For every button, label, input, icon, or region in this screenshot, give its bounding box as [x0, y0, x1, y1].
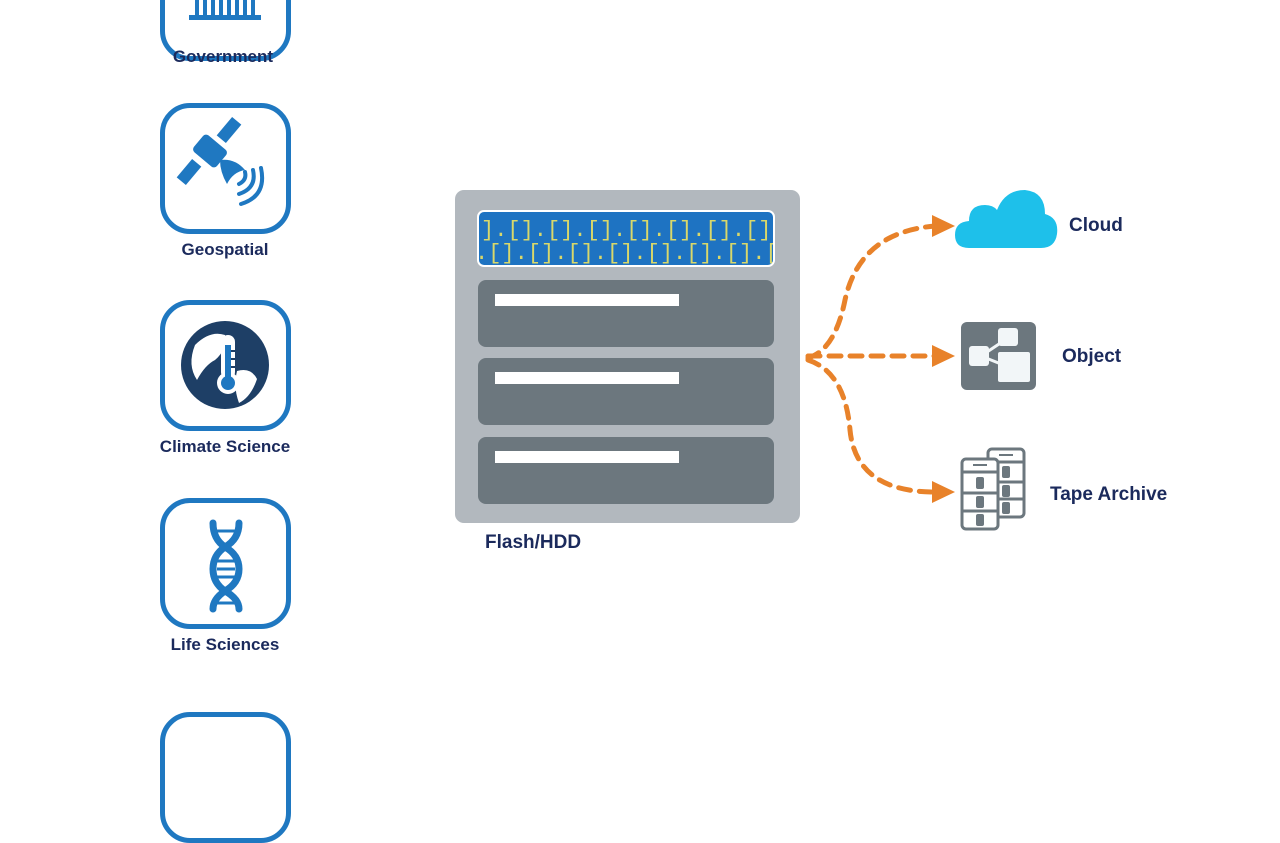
arrowhead-object — [932, 345, 955, 367]
tape-archive-label: Tape Archive — [1050, 484, 1168, 505]
arrowhead-tape — [932, 481, 955, 503]
object-storage-icon — [961, 322, 1036, 390]
tape-archive-icon — [960, 447, 1026, 531]
cloud-label: Cloud — [1069, 215, 1123, 236]
partial-tile — [160, 712, 291, 843]
cloud-icon — [955, 190, 1058, 248]
arrow-to-tape — [805, 357, 938, 495]
arrow-to-cloud — [805, 223, 938, 361]
object-label: Object — [1062, 346, 1122, 367]
arrowhead-cloud — [932, 215, 955, 237]
